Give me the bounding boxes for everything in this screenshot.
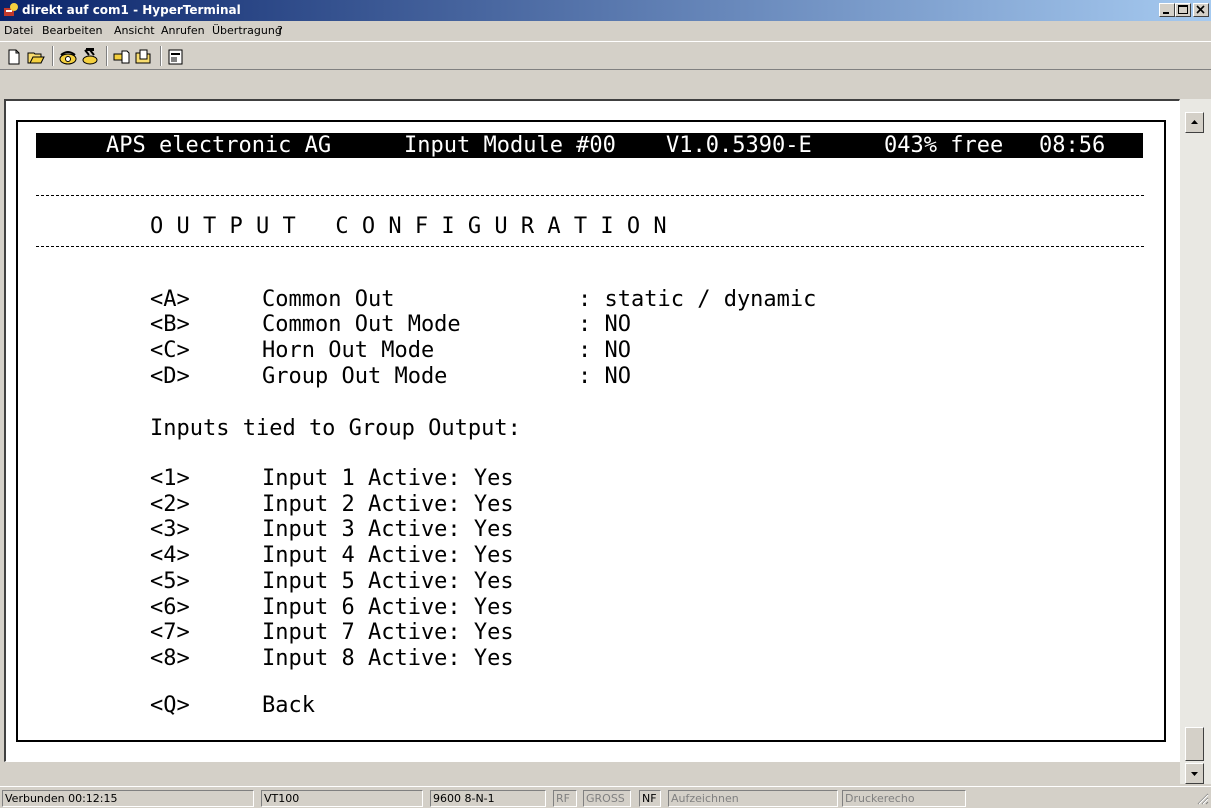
- divider-top: [36, 195, 1144, 196]
- input-key-6[interactable]: <6>: [150, 595, 190, 620]
- divider-bottom: [36, 246, 1144, 247]
- config-value: : NO: [578, 338, 631, 363]
- config-label: Horn Out Mode: [262, 338, 435, 363]
- config-key-a[interactable]: <A>: [150, 287, 190, 312]
- menu-bar: Datei Bearbeiten Ansicht Anrufen Übertra…: [0, 21, 1211, 41]
- terminal-header-bar: APS electronic AG Input Module #00 V1.0.…: [36, 133, 1143, 158]
- menu-bearbeiten[interactable]: Bearbeiten: [42, 24, 102, 37]
- back-label: Back: [262, 693, 315, 718]
- toolbar: [0, 41, 1211, 70]
- input-key-1[interactable]: <1>: [150, 466, 190, 491]
- status-connected: Verbunden 00:12:15: [2, 790, 254, 807]
- header-free-memory: 043% free: [884, 133, 1004, 158]
- header-company: APS electronic AG: [106, 133, 332, 158]
- input-status: Input 2 Active: Yes: [262, 492, 514, 517]
- menu-uebertragung[interactable]: Übertragung: [212, 24, 282, 37]
- input-status: Input 5 Active: Yes: [262, 569, 514, 594]
- config-label: Common Out: [262, 287, 395, 312]
- scroll-down-button[interactable]: [1185, 763, 1204, 784]
- header-module: Input Module #00: [404, 133, 616, 158]
- send-file-icon[interactable]: [112, 47, 132, 67]
- menu-anrufen[interactable]: Anrufen: [161, 24, 205, 37]
- status-print-echo: Druckerecho: [842, 790, 966, 807]
- config-value: : static / dynamic: [578, 287, 817, 312]
- input-status: Input 7 Active: Yes: [262, 620, 514, 645]
- hyperterminal-app-icon[interactable]: [3, 2, 19, 18]
- input-key-3[interactable]: <3>: [150, 517, 190, 542]
- input-status: Input 4 Active: Yes: [262, 543, 514, 568]
- page-title: O U T P U T C O N F I G U R A T I O N: [150, 214, 667, 239]
- toolbar-separator: [106, 46, 108, 66]
- toolbar-separator: [160, 46, 162, 66]
- disconnect-phone-icon[interactable]: [80, 47, 100, 67]
- title-bar[interactable]: direkt auf com1 - HyperTerminal: [0, 0, 1211, 21]
- status-emulation: VT100: [261, 790, 423, 807]
- menu-help[interactable]: ?: [277, 24, 283, 37]
- scroll-thumb[interactable]: [1185, 727, 1204, 761]
- minimize-button[interactable]: [1159, 3, 1175, 17]
- scroll-up-button[interactable]: [1185, 112, 1204, 133]
- config-label: Group Out Mode: [262, 364, 448, 389]
- input-status: Input 3 Active: Yes: [262, 517, 514, 542]
- input-status: Input 6 Active: Yes: [262, 595, 514, 620]
- properties-icon[interactable]: [166, 47, 186, 67]
- input-status: Input 1 Active: Yes: [262, 466, 514, 491]
- menu-datei[interactable]: Datei: [4, 24, 33, 37]
- close-button[interactable]: [1193, 3, 1209, 17]
- header-version: V1.0.5390-E: [666, 133, 812, 158]
- input-key-5[interactable]: <5>: [150, 569, 190, 594]
- config-key-b[interactable]: <B>: [150, 312, 190, 337]
- resize-grip-icon[interactable]: [1195, 791, 1209, 805]
- status-scroll-lock: RF: [553, 790, 577, 807]
- maximize-icon: [1178, 5, 1188, 14]
- inputs-section-title: Inputs tied to Group Output:: [150, 416, 521, 441]
- config-value: : NO: [578, 364, 631, 389]
- header-time: 08:56: [1039, 133, 1106, 158]
- new-document-icon[interactable]: [4, 47, 24, 67]
- toolbar-separator: [52, 46, 54, 66]
- config-label: Common Out Mode: [262, 312, 461, 337]
- status-capture: Aufzeichnen: [668, 790, 838, 807]
- maximize-button[interactable]: [1175, 3, 1191, 17]
- window-title: direkt auf com1 - HyperTerminal: [22, 3, 241, 17]
- vertical-scrollbar[interactable]: [1180, 99, 1211, 784]
- config-key-c[interactable]: <C>: [150, 338, 190, 363]
- minimize-icon: [1163, 12, 1169, 14]
- connect-phone-icon[interactable]: [58, 47, 78, 67]
- arrow-down-icon: [1191, 772, 1198, 776]
- input-key-4[interactable]: <4>: [150, 543, 190, 568]
- config-key-d[interactable]: <D>: [150, 364, 190, 389]
- receive-file-icon[interactable]: [134, 47, 154, 67]
- status-caps-lock: GROSS: [583, 790, 631, 807]
- close-icon: [1196, 5, 1205, 14]
- open-folder-icon[interactable]: [26, 47, 46, 67]
- status-port-settings: 9600 8-N-1: [430, 790, 546, 807]
- input-key-8[interactable]: <8>: [150, 646, 190, 671]
- input-status: Input 8 Active: Yes: [262, 646, 514, 671]
- menu-ansicht[interactable]: Ansicht: [114, 24, 155, 37]
- config-value: : NO: [578, 312, 631, 337]
- arrow-up-icon: [1191, 120, 1198, 124]
- back-key[interactable]: <Q>: [150, 693, 190, 718]
- status-bar: Verbunden 00:12:15 VT100 9600 8-N-1 RF G…: [0, 786, 1211, 808]
- status-num-lock: NF: [639, 790, 661, 807]
- input-key-2[interactable]: <2>: [150, 492, 190, 517]
- input-key-7[interactable]: <7>: [150, 620, 190, 645]
